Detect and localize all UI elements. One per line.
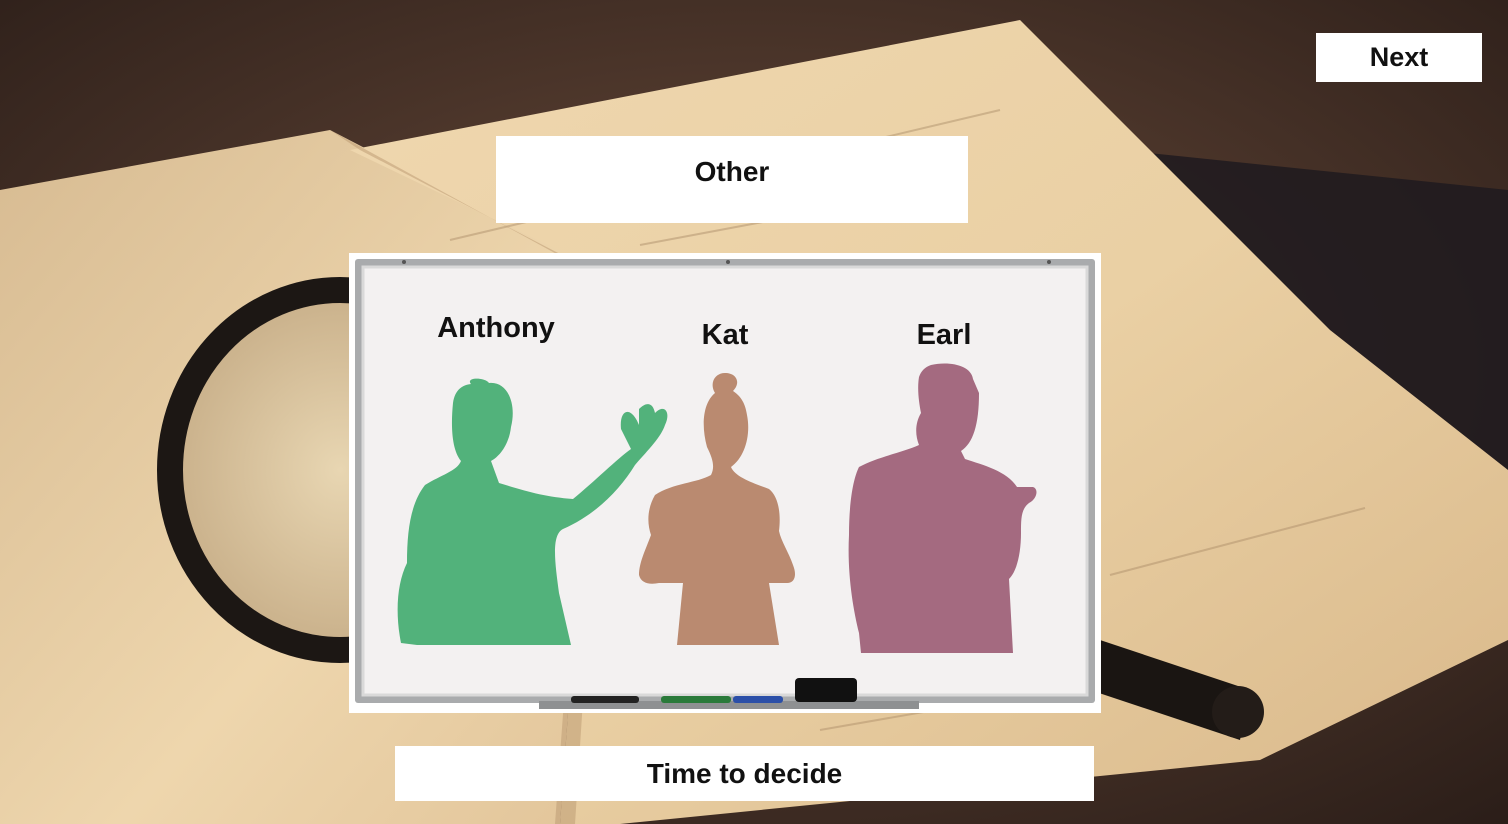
- game-stage: Anthony Kat Earl Other Time to decide Ne…: [0, 0, 1508, 824]
- black-marker: [571, 696, 639, 703]
- green-marker: [661, 696, 731, 703]
- category-label: Other: [496, 136, 968, 223]
- character-name-earl: Earl: [916, 319, 972, 351]
- next-button[interactable]: Next: [1316, 33, 1482, 82]
- eraser: [795, 678, 857, 702]
- blue-marker: [733, 696, 783, 703]
- character-name-anthony: Anthony: [437, 312, 555, 344]
- prompt-label: Time to decide: [395, 746, 1094, 801]
- character-name-kat: Kat: [701, 319, 749, 351]
